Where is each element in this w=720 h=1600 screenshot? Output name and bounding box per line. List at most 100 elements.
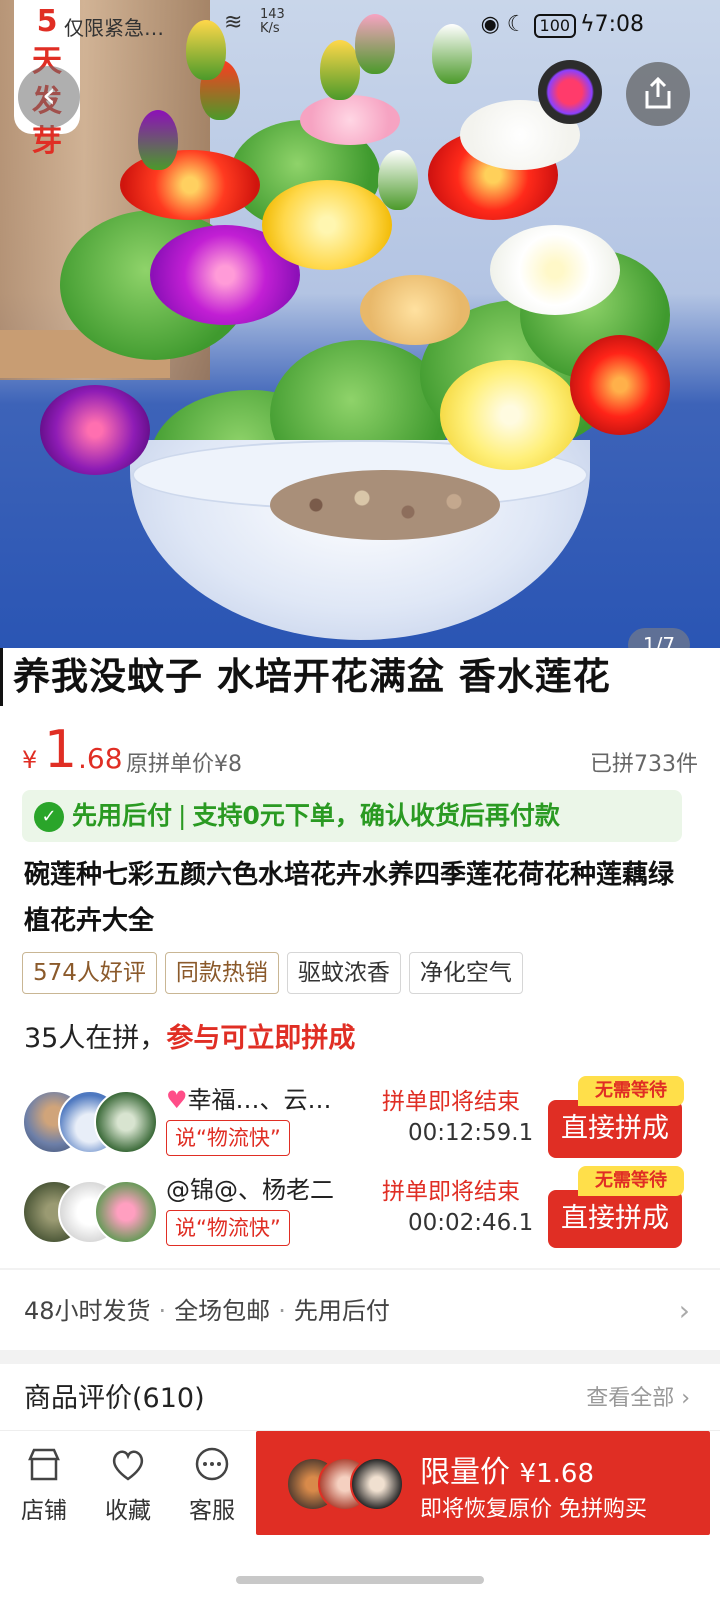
product-description: 碗莲种七彩五颜六色水培花卉水养四季莲花荷花种莲藕绿植花卉大全	[24, 860, 675, 936]
price-row: ¥ 1 .68 原拼单价¥8 已拼733件	[22, 718, 698, 788]
product-image-carousel[interactable]: 5天发芽 仅限紧急… ≋ 143 K/s ◉ ☾ 100ϟ7:08 ‹ 1/7	[0, 0, 720, 652]
back-button[interactable]: ‹	[18, 66, 80, 128]
back-icon: ‹	[41, 75, 57, 116]
view-all-link[interactable]: 查看全部 ›	[586, 1380, 690, 1412]
join-group-button[interactable]: 直接拼成	[548, 1190, 682, 1248]
tag-air[interactable]: 净化空气	[408, 952, 523, 994]
store-label: 店铺	[21, 1498, 67, 1524]
ship-item: 先用后付	[293, 1297, 390, 1325]
tag-mosquito[interactable]: 驱蚊浓香	[286, 952, 401, 994]
eye-icon: ◉	[480, 12, 500, 37]
reviews-title: 商品评价(610)	[24, 1383, 205, 1414]
price-currency: ¥	[22, 746, 38, 774]
limited-price-line: 限量价 ¥1.68	[420, 1447, 594, 1491]
heart-icon: ♥	[166, 1086, 188, 1114]
pebbles	[270, 470, 500, 540]
group-highlight: 参与可立即拼成	[166, 1023, 356, 1054]
limited-price-label: 限量价	[420, 1455, 510, 1490]
lotus-bud	[320, 40, 360, 100]
flower-peach	[360, 275, 470, 345]
pay-later-text: 支持0元下单，确认收货后再付款	[192, 801, 560, 830]
group-countdown: 00:12:59.1	[408, 1120, 534, 1146]
group-countdown: 00:02:46.1	[408, 1210, 534, 1236]
no-wait-badge: 无需等待	[578, 1166, 684, 1196]
buyer-avatar-stack	[286, 1457, 406, 1513]
avatar	[94, 1180, 158, 1244]
share-button[interactable]	[626, 62, 690, 126]
tag-hot[interactable]: 同款热销	[164, 952, 279, 994]
moon-icon: ☾	[506, 12, 527, 37]
flower-white	[490, 225, 620, 315]
chat-icon	[195, 1447, 229, 1481]
status-right: ◉ ☾ 100 ϟ7:08	[481, 12, 644, 38]
group-quote: 说“物流快”	[166, 1120, 290, 1156]
join-group-button[interactable]: 直接拼成	[548, 1100, 682, 1158]
lotus-bud	[378, 150, 418, 210]
share-icon	[645, 77, 671, 109]
avatar	[94, 1090, 158, 1154]
flower-purple	[40, 385, 150, 475]
divider	[0, 1268, 720, 1270]
no-wait-badge: 无需等待	[578, 1076, 684, 1106]
flower-red	[570, 335, 670, 435]
limited-price-value: ¥1.68	[519, 1459, 594, 1489]
group-names: @锦@、杨老二	[166, 1176, 334, 1204]
price-integer: 1	[44, 720, 78, 780]
group-names-text: 幸福…、云…	[187, 1086, 332, 1114]
flower-red	[120, 150, 260, 220]
avatar	[350, 1457, 404, 1511]
dot-separator: ·	[158, 1297, 167, 1325]
group-buy-item: ♥幸福…、云… 说“物流快” 拼单即将结束 00:12:59.1 直接拼成 无需…	[22, 1076, 698, 1160]
group-buy-header: 35人在拼，参与可立即拼成	[24, 1016, 355, 1055]
section-divider	[0, 1350, 720, 1364]
pay-later-separator: |	[178, 801, 187, 830]
service-label: 客服	[189, 1498, 235, 1524]
battery-icon: 100	[533, 14, 577, 38]
flower-yellow	[440, 360, 580, 470]
charging-icon: ϟ	[580, 12, 595, 37]
group-ending: 拼单即将结束	[382, 1089, 520, 1115]
wifi-icon: ≋	[224, 10, 243, 35]
pay-later-icon: ✓	[34, 802, 64, 832]
store-button[interactable]: 店铺	[4, 1445, 84, 1525]
original-price: 原拼单价¥8	[126, 752, 242, 777]
shipping-info-row[interactable]: 48小时发货 · 全场包邮 · 先用后付 ›	[24, 1288, 690, 1334]
reviews-header[interactable]: 商品评价(610) 查看全部 ›	[24, 1370, 690, 1420]
lotus-bud	[138, 110, 178, 170]
heart-outline-icon	[112, 1450, 144, 1481]
status-bar: 仅限紧急… ≋ 143 K/s ◉ ☾ 100 ϟ7:08	[64, 8, 720, 42]
clock: 7:08	[594, 12, 644, 37]
avatar-stack	[22, 1180, 158, 1246]
pay-later-label: 先用后付	[72, 801, 173, 830]
sold-count: 已拼733件	[590, 752, 698, 777]
buy-subtitle: 即将恢复原价 免拼购买	[420, 1497, 647, 1522]
group-ending: 拼单即将结束	[382, 1179, 520, 1205]
chevron-right-icon: ›	[678, 1294, 690, 1327]
buy-now-button[interactable]: 限量价 ¥1.68 即将恢复原价 免拼购买	[256, 1431, 710, 1535]
dot-separator: ·	[278, 1297, 286, 1325]
flower-pink	[300, 95, 400, 145]
group-count: 35人在拼，	[24, 1023, 167, 1054]
bottom-action-bar: 店铺 收藏 客服 限量价 ¥1.68 即将恢复原价 免拼购买	[0, 1430, 720, 1540]
favorite-button[interactable]: 收藏	[88, 1445, 168, 1525]
group-quote: 说“物流快”	[166, 1210, 290, 1246]
group-names: ♥幸福…、云…	[166, 1080, 332, 1115]
group-buy-item: @锦@、杨老二 说“物流快” 拼单即将结束 00:02:46.1 直接拼成 无需…	[22, 1166, 698, 1250]
home-indicator[interactable]	[236, 1576, 484, 1584]
net-speed: 143 K/s	[260, 7, 285, 36]
status-notification: 仅限紧急…	[64, 16, 164, 40]
ship-item: 全场包邮	[174, 1297, 271, 1325]
favorite-label: 收藏	[105, 1498, 151, 1524]
promo-title-banner: 养我没蚊子 水培开花满盆 香水莲花	[0, 648, 720, 706]
ship-item: 48小时发货	[24, 1297, 151, 1325]
assistant-icon[interactable]	[538, 60, 602, 124]
flower-yellow	[262, 180, 392, 270]
tag-reviews[interactable]: 574人好评	[22, 952, 157, 994]
avatar-stack	[22, 1090, 158, 1156]
tag-list: 574人好评 同款热销 驱蚊浓香 净化空气	[22, 952, 523, 994]
service-button[interactable]: 客服	[172, 1445, 252, 1525]
view-all-text: 查看全部	[586, 1386, 675, 1411]
pay-later-banner[interactable]: ✓ 先用后付 | 支持0元下单，确认收货后再付款	[22, 790, 682, 842]
price-decimal: .68	[78, 742, 123, 775]
store-icon	[28, 1448, 60, 1481]
